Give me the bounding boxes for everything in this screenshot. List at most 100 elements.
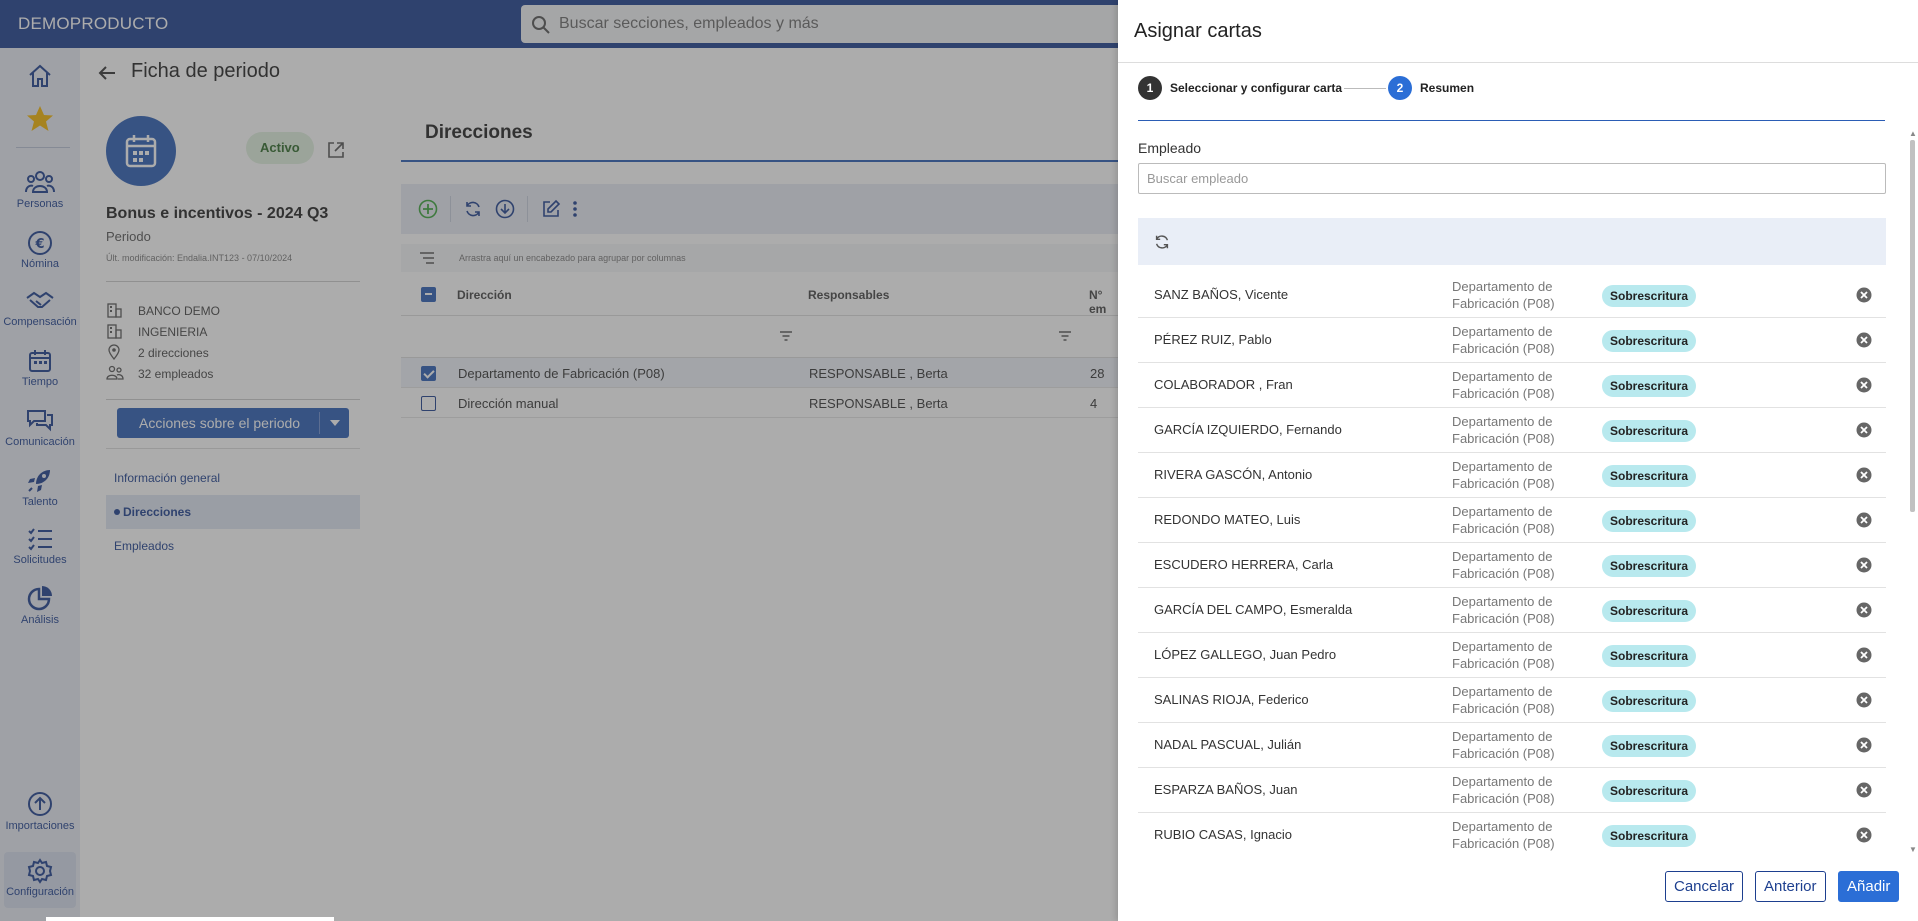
remove-circle-icon[interactable] bbox=[1856, 332, 1872, 348]
department-line: Departamento de bbox=[1452, 774, 1553, 789]
employee-name: RIVERA GASCÓN, Antonio bbox=[1154, 467, 1313, 482]
list-item[interactable]: NADAL PASCUAL, Julián Departamento de Fabr… bbox=[1138, 723, 1886, 768]
department-line: Fabricación (P08) bbox=[1452, 476, 1555, 491]
step-label: Resumen bbox=[1420, 81, 1475, 95]
list-item[interactable]: ESCUDERO HERRERA, Carla Departamento de Fa… bbox=[1138, 543, 1886, 588]
employee-name: GARCÍA DEL CAMPO, Esmeralda bbox=[1154, 602, 1353, 617]
department-line: Fabricación (P08) bbox=[1452, 746, 1555, 761]
overwrite-badge: Sobrescritura bbox=[1602, 825, 1697, 847]
scroll-indicator bbox=[46, 917, 334, 921]
department-line: Departamento de bbox=[1452, 639, 1553, 654]
department-line: Departamento de bbox=[1452, 279, 1553, 294]
overwrite-badge: Sobrescritura bbox=[1602, 780, 1697, 802]
employee-search-input[interactable] bbox=[1138, 163, 1886, 194]
scroll-up-arrow[interactable]: ▲ bbox=[1909, 130, 1917, 138]
employee-department: Departamento de Fabricación (P08) bbox=[1452, 413, 1592, 447]
list-toolbar bbox=[1138, 218, 1886, 265]
department-line: Departamento de bbox=[1452, 594, 1553, 609]
department-line: Fabricación (P08) bbox=[1452, 701, 1555, 716]
remove-circle-icon[interactable] bbox=[1856, 467, 1872, 483]
employee-department: Departamento de Fabricación (P08) bbox=[1452, 728, 1592, 762]
remove-circle-icon[interactable] bbox=[1856, 287, 1872, 303]
department-line: Fabricación (P08) bbox=[1452, 386, 1555, 401]
department-line: Fabricación (P08) bbox=[1452, 791, 1555, 806]
list-item[interactable]: GARCÍA DEL CAMPO, Esmeralda Departamento … bbox=[1138, 588, 1886, 633]
department-line: Departamento de bbox=[1452, 324, 1553, 339]
remove-circle-icon[interactable] bbox=[1856, 557, 1872, 573]
department-line: Fabricación (P08) bbox=[1452, 341, 1555, 356]
employee-name: ESPARZA BAÑOS, Juan bbox=[1154, 782, 1298, 797]
overwrite-badge: Sobrescritura bbox=[1602, 375, 1697, 397]
employee-department: Departamento de Fabricación (P08) bbox=[1452, 323, 1592, 357]
employee-department: Departamento de Fabricación (P08) bbox=[1452, 593, 1592, 627]
department-line: Departamento de bbox=[1452, 549, 1553, 564]
drawer-title: Asignar cartas bbox=[1134, 20, 1262, 42]
employee-department: Departamento de Fabricación (P08) bbox=[1452, 548, 1592, 582]
department-line: Departamento de bbox=[1452, 459, 1553, 474]
refresh-icon[interactable] bbox=[1153, 233, 1171, 251]
previous-button[interactable]: Anterior bbox=[1755, 871, 1826, 902]
employee-department: Departamento de Fabricación (P08) bbox=[1452, 773, 1592, 807]
department-line: Departamento de bbox=[1452, 414, 1553, 429]
list-item[interactable]: ESPARZA BAÑOS, Juan Departamento de Fabric… bbox=[1138, 768, 1886, 813]
list-item[interactable]: RIVERA GASCÓN, Antonio Departamento de Fab… bbox=[1138, 453, 1886, 498]
employee-department: Departamento de Fabricación (P08) bbox=[1452, 503, 1592, 537]
remove-circle-icon[interactable] bbox=[1856, 377, 1872, 393]
list-item[interactable]: GARCÍA IZQUIERDO, Fernando Departamento d… bbox=[1138, 408, 1886, 453]
modal-backdrop[interactable] bbox=[0, 0, 1118, 921]
remove-circle-icon[interactable] bbox=[1856, 512, 1872, 528]
department-line: Fabricación (P08) bbox=[1452, 656, 1555, 671]
remove-circle-icon[interactable] bbox=[1856, 602, 1872, 618]
remove-circle-icon[interactable] bbox=[1856, 737, 1872, 753]
remove-circle-icon[interactable] bbox=[1856, 692, 1872, 708]
employee-name: SALINAS RIOJA, Federico bbox=[1154, 692, 1309, 707]
remove-circle-icon[interactable] bbox=[1856, 782, 1872, 798]
list-item[interactable]: COLABORADOR , Fran Departamento de Fabrica… bbox=[1138, 363, 1886, 408]
employee-name: PÉREZ RUIZ, Pablo bbox=[1154, 332, 1272, 347]
overwrite-badge: Sobrescritura bbox=[1602, 285, 1697, 307]
employee-department: Departamento de Fabricación (P08) bbox=[1452, 818, 1592, 852]
employee-name: LÓPEZ GALLEGO, Juan Pedro bbox=[1154, 647, 1337, 662]
employee-name: SANZ BAÑOS, Vicente bbox=[1154, 287, 1289, 302]
department-line: Departamento de bbox=[1452, 684, 1553, 699]
step-connector bbox=[1344, 88, 1386, 89]
employee-name: REDONDO MATEO, Luis bbox=[1154, 512, 1301, 527]
overwrite-badge: Sobrescritura bbox=[1602, 645, 1697, 667]
overwrite-badge: Sobrescritura bbox=[1602, 465, 1697, 487]
overwrite-badge: Sobrescritura bbox=[1602, 555, 1697, 577]
overwrite-badge: Sobrescritura bbox=[1602, 690, 1697, 712]
overwrite-badge: Sobrescritura bbox=[1602, 420, 1697, 442]
list-item[interactable]: RUBIO CASAS, Ignacio Departamento de Fabri… bbox=[1138, 813, 1886, 853]
remove-circle-icon[interactable] bbox=[1856, 422, 1872, 438]
employee-name: COLABORADOR , Fran bbox=[1154, 377, 1293, 392]
scroll-down-arrow[interactable]: ▼ bbox=[1909, 846, 1917, 854]
employee-label: Empleado bbox=[1138, 140, 1202, 156]
overwrite-badge: Sobrescritura bbox=[1602, 510, 1697, 532]
step-label: Seleccionar y configurar carta bbox=[1170, 81, 1343, 95]
department-line: Departamento de bbox=[1452, 504, 1553, 519]
divider bbox=[1118, 62, 1918, 63]
remove-circle-icon[interactable] bbox=[1856, 647, 1872, 663]
list-item[interactable]: SANZ BAÑOS, Vicente Departamento de Fabric… bbox=[1138, 273, 1886, 318]
department-line: Fabricación (P08) bbox=[1452, 521, 1555, 536]
add-button[interactable]: Añadir bbox=[1838, 871, 1900, 902]
employee-department: Departamento de Fabricación (P08) bbox=[1452, 683, 1592, 717]
list-item[interactable]: REDONDO MATEO, Luis Departamento de Fabric… bbox=[1138, 498, 1886, 543]
employee-department: Departamento de Fabricación (P08) bbox=[1452, 368, 1592, 402]
step-number: 1 bbox=[1138, 76, 1162, 100]
list-item[interactable]: PÉREZ RUIZ, Pablo Departamento de Fabricac… bbox=[1138, 318, 1886, 363]
list-item[interactable]: LÓPEZ GALLEGO, Juan Pedro Departamento de… bbox=[1138, 633, 1886, 678]
scrollbar-thumb[interactable] bbox=[1910, 140, 1915, 512]
overwrite-badge: Sobrescritura bbox=[1602, 330, 1697, 352]
employee-department: Departamento de Fabricación (P08) bbox=[1452, 638, 1592, 672]
department-line: Departamento de bbox=[1452, 369, 1553, 384]
overwrite-badge: Sobrescritura bbox=[1602, 735, 1697, 757]
employee-department: Departamento de Fabricación (P08) bbox=[1452, 278, 1592, 312]
department-line: Departamento de bbox=[1452, 819, 1553, 834]
assign-letters-drawer: Asignar cartas 1 Seleccionar y configura… bbox=[1118, 0, 1918, 921]
remove-circle-icon[interactable] bbox=[1856, 827, 1872, 843]
employee-name: NADAL PASCUAL, Julián bbox=[1154, 737, 1302, 752]
cancel-button[interactable]: Cancelar bbox=[1665, 871, 1744, 902]
list-item[interactable]: SALINAS RIOJA, Federico Departamento de Fa… bbox=[1138, 678, 1886, 723]
employee-department: Departamento de Fabricación (P08) bbox=[1452, 458, 1592, 492]
